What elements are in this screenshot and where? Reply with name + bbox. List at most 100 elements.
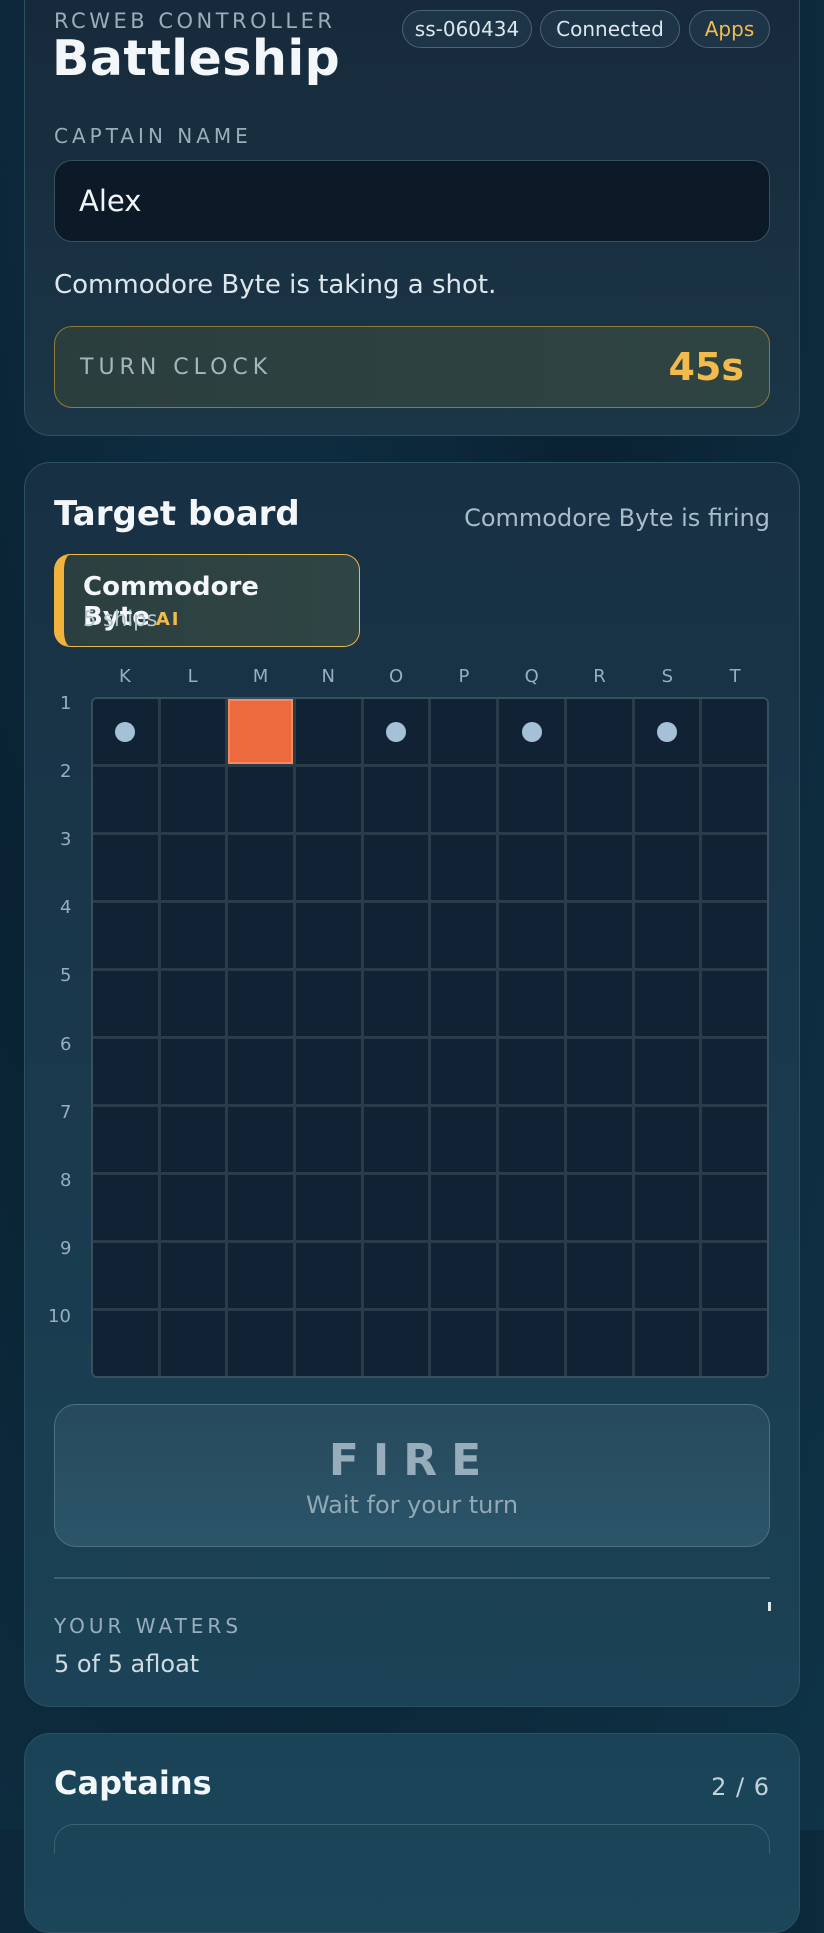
grid-cell[interactable] <box>431 971 497 1036</box>
grid-cell[interactable] <box>160 1039 226 1104</box>
grid-cell[interactable] <box>702 1039 767 1104</box>
grid-cell[interactable] <box>634 1311 700 1376</box>
grid-cell[interactable] <box>634 971 700 1036</box>
grid-cell[interactable] <box>228 767 294 832</box>
grid-cell[interactable] <box>566 699 632 764</box>
grid-cell[interactable] <box>634 1243 700 1308</box>
grid-cell[interactable] <box>228 835 294 900</box>
grid-cell[interactable] <box>93 1243 158 1308</box>
grid-cell[interactable] <box>634 1107 700 1172</box>
grid-cell[interactable] <box>634 767 700 832</box>
grid-cell[interactable] <box>228 1175 294 1240</box>
grid-cell[interactable] <box>702 971 767 1036</box>
grid-cell[interactable] <box>296 699 361 764</box>
grid-cell[interactable] <box>93 767 158 832</box>
grid-cell[interactable] <box>702 1107 767 1172</box>
grid-cell[interactable] <box>228 1107 294 1172</box>
grid-cell[interactable] <box>566 835 632 900</box>
grid-cell[interactable] <box>93 903 158 968</box>
grid-cell-miss[interactable] <box>93 699 158 764</box>
fire-button[interactable]: FIRE Wait for your turn <box>54 1404 770 1547</box>
grid-cell[interactable] <box>296 835 361 900</box>
grid-cell[interactable] <box>566 1107 632 1172</box>
grid-cell-miss[interactable] <box>363 699 429 764</box>
grid-cell[interactable] <box>566 1243 632 1308</box>
grid-cell[interactable] <box>363 1243 429 1308</box>
grid-cell[interactable] <box>431 767 497 832</box>
grid-cell[interactable] <box>363 971 429 1036</box>
grid-cell[interactable] <box>702 699 767 764</box>
apps-button[interactable]: Apps <box>689 10 770 48</box>
grid-cell[interactable] <box>634 1039 700 1104</box>
grid-cell[interactable] <box>93 1175 158 1240</box>
grid-cell[interactable] <box>160 1243 226 1308</box>
grid-cell[interactable] <box>634 835 700 900</box>
grid-cell[interactable] <box>296 1107 361 1172</box>
grid-cell[interactable] <box>566 971 632 1036</box>
grid-cell[interactable] <box>431 1243 497 1308</box>
grid-cell[interactable] <box>93 1039 158 1104</box>
grid-cell[interactable] <box>702 903 767 968</box>
grid-cell-miss[interactable] <box>499 699 564 764</box>
grid-cell[interactable] <box>93 971 158 1036</box>
grid-cell[interactable] <box>228 1243 294 1308</box>
grid-cell[interactable] <box>363 1311 429 1376</box>
grid-cell[interactable] <box>499 903 564 968</box>
grid-cell[interactable] <box>296 1243 361 1308</box>
grid-cell[interactable] <box>160 1311 226 1376</box>
grid-cell[interactable] <box>702 1243 767 1308</box>
grid-cell[interactable] <box>499 1243 564 1308</box>
grid-cell[interactable] <box>160 767 226 832</box>
captain-name-input[interactable] <box>54 160 770 242</box>
grid-cell[interactable] <box>702 767 767 832</box>
grid-cell[interactable] <box>296 767 361 832</box>
grid-cell[interactable] <box>566 767 632 832</box>
grid-cell[interactable] <box>566 1039 632 1104</box>
grid-cell[interactable] <box>363 1039 429 1104</box>
grid-cell[interactable] <box>566 1175 632 1240</box>
grid-cell[interactable] <box>296 903 361 968</box>
grid-cell[interactable] <box>702 1311 767 1376</box>
grid-cell[interactable] <box>363 1175 429 1240</box>
opponent-tab[interactable]: Commodore Byte AI 5 ships <box>54 554 360 647</box>
grid-cell[interactable] <box>228 1311 294 1376</box>
grid-cell[interactable] <box>431 699 497 764</box>
grid-cell[interactable] <box>702 835 767 900</box>
grid-cell[interactable] <box>296 1039 361 1104</box>
grid-cell[interactable] <box>431 1039 497 1104</box>
grid-cell[interactable] <box>634 1175 700 1240</box>
grid-cell[interactable] <box>431 835 497 900</box>
grid-cell[interactable] <box>566 903 632 968</box>
grid-cell[interactable] <box>160 699 226 764</box>
grid-cell[interactable] <box>499 835 564 900</box>
grid-cell[interactable] <box>296 1311 361 1376</box>
grid-cell[interactable] <box>431 903 497 968</box>
grid-cell[interactable] <box>363 835 429 900</box>
grid-cell[interactable] <box>431 1107 497 1172</box>
grid-cell[interactable] <box>296 971 361 1036</box>
grid-cell[interactable] <box>363 903 429 968</box>
grid-cell[interactable] <box>160 971 226 1036</box>
grid-cell[interactable] <box>93 835 158 900</box>
grid-cell[interactable] <box>499 767 564 832</box>
grid-cell[interactable] <box>499 971 564 1036</box>
grid-cell[interactable] <box>296 1175 361 1240</box>
grid-cell-hit[interactable] <box>228 699 294 764</box>
grid-cell[interactable] <box>431 1311 497 1376</box>
grid-cell[interactable] <box>228 1039 294 1104</box>
grid-cell[interactable] <box>499 1039 564 1104</box>
grid-cell[interactable] <box>431 1175 497 1240</box>
grid-cell[interactable] <box>160 835 226 900</box>
grid-cell[interactable] <box>93 1107 158 1172</box>
grid-cell[interactable] <box>228 903 294 968</box>
grid-cell[interactable] <box>499 1175 564 1240</box>
grid-cell[interactable] <box>702 1175 767 1240</box>
grid-cell[interactable] <box>634 903 700 968</box>
grid-cell[interactable] <box>499 1311 564 1376</box>
grid-cell-miss[interactable] <box>634 699 700 764</box>
grid-cell[interactable] <box>160 1175 226 1240</box>
grid-cell[interactable] <box>160 903 226 968</box>
grid-cell[interactable] <box>566 1311 632 1376</box>
grid-cell[interactable] <box>228 971 294 1036</box>
grid-cell[interactable] <box>363 1107 429 1172</box>
